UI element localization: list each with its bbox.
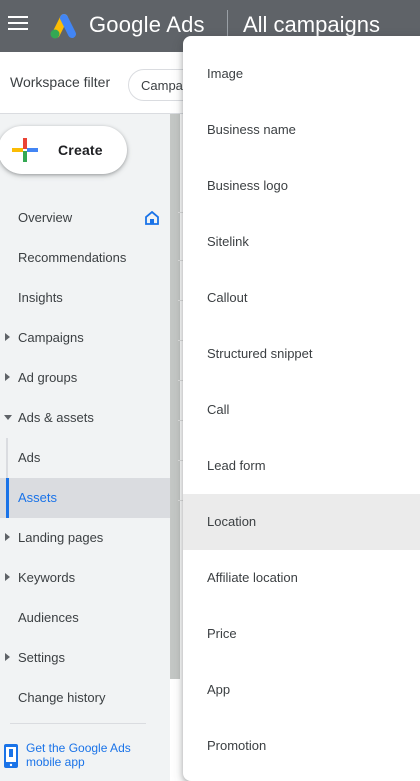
sidebar-item-label: Ads & assets xyxy=(18,410,94,425)
expand-caret-icon xyxy=(5,373,10,381)
collapse-caret-icon xyxy=(4,415,12,420)
sidebar-item-ads[interactable]: Ads xyxy=(0,438,170,478)
sidebar-item-ad-groups[interactable]: Ad groups xyxy=(0,358,170,398)
google-ads-logo xyxy=(50,14,76,39)
menu-item-image[interactable]: Image xyxy=(183,46,420,102)
mobile-phone-icon xyxy=(4,744,18,768)
sidebar-item-ads-and-assets[interactable]: Ads & assets xyxy=(0,398,170,438)
menu-item-price[interactable]: Price xyxy=(183,606,420,662)
menu-item-label: Callout xyxy=(207,290,248,305)
sidebar-item-change-history[interactable]: Change history xyxy=(0,678,170,718)
sidebar-item-landing-pages[interactable]: Landing pages xyxy=(0,518,170,558)
sidebar-item-keywords[interactable]: Keywords xyxy=(0,558,170,598)
menu-item-structured-snippet[interactable]: Structured snippet xyxy=(183,326,420,382)
menu-item-location[interactable]: Location xyxy=(183,494,420,550)
menu-item-app[interactable]: App xyxy=(183,662,420,718)
menu-item-call[interactable]: Call xyxy=(183,382,420,438)
create-button[interactable]: Create xyxy=(0,126,127,174)
menu-item-label: Affiliate location xyxy=(207,570,298,585)
expand-caret-icon xyxy=(5,333,10,341)
menu-item-callout[interactable]: Callout xyxy=(183,270,420,326)
sidebar-item-assets[interactable]: Assets xyxy=(0,478,170,518)
active-indicator xyxy=(6,478,9,518)
sidebar-item-label: Recommendations xyxy=(18,250,127,265)
menu-item-label: Call xyxy=(207,402,230,417)
sidebar-item-overview[interactable]: Overview xyxy=(0,198,170,238)
menu-item-label: Image xyxy=(207,66,244,81)
menu-item-label: Business name xyxy=(207,122,296,137)
sidebar-item-label: Assets xyxy=(18,490,58,505)
sidebar-divider xyxy=(10,723,146,724)
menu-item-label: Structured snippet xyxy=(207,346,313,361)
menu-item-affiliate-location[interactable]: Affiliate location xyxy=(183,550,420,606)
menu-item-label: Location xyxy=(207,514,257,529)
sidebar-item-campaigns[interactable]: Campaigns xyxy=(0,318,170,358)
sidebar-item-settings[interactable]: Settings xyxy=(0,638,170,678)
asset-type-dropdown-menu: Image Business name Business logo Siteli… xyxy=(183,36,420,781)
sidebar-item-insights[interactable]: Insights xyxy=(0,278,170,318)
expand-caret-icon xyxy=(5,573,10,581)
menu-item-label: App xyxy=(207,682,231,697)
sidebar: Create Overview Recommendations Insights… xyxy=(0,114,170,781)
sidebar-item-recommendations[interactable]: Recommendations xyxy=(0,238,170,278)
menu-item-business-logo[interactable]: Business logo xyxy=(183,158,420,214)
menu-item-label: Promotion xyxy=(207,738,267,753)
sidebar-item-label: Ads xyxy=(18,450,41,465)
menu-item-business-name[interactable]: Business name xyxy=(183,102,420,158)
expand-caret-icon xyxy=(5,533,10,541)
sidebar-item-label: Settings xyxy=(18,650,65,665)
sidebar-item-label: Insights xyxy=(18,290,63,305)
home-icon xyxy=(145,211,159,225)
sidebar-item-label: Overview xyxy=(18,210,73,225)
sidebar-item-label: Landing pages xyxy=(18,530,104,545)
menu-item-label: Price xyxy=(207,626,237,641)
menu-item-label: Business logo xyxy=(207,178,288,193)
menu-item-label: Lead form xyxy=(207,458,266,473)
page-title: All campaigns xyxy=(243,12,380,37)
sidebar-item-audiences[interactable]: Audiences xyxy=(0,598,170,638)
sidebar-item-label: Change history xyxy=(18,690,106,705)
create-button-label: Create xyxy=(58,142,103,158)
workspace-filter-label: Workspace filter xyxy=(10,74,111,90)
menu-item-label: Sitelink xyxy=(207,234,249,249)
brand-name: Google Ads xyxy=(89,12,205,37)
sidebar-scrollbar[interactable] xyxy=(170,114,180,679)
sidebar-item-label: Ad groups xyxy=(18,370,78,385)
menu-item-sitelink[interactable]: Sitelink xyxy=(183,214,420,270)
menu-item-lead-form[interactable]: Lead form xyxy=(183,438,420,494)
expand-caret-icon xyxy=(5,653,10,661)
plus-icon xyxy=(12,138,38,162)
sidebar-item-label: Campaigns xyxy=(18,330,84,345)
hamburger-menu-icon[interactable] xyxy=(8,16,28,32)
mobile-app-link[interactable]: Get the Google Ads mobile app xyxy=(26,741,166,769)
sidebar-item-label: Keywords xyxy=(18,570,76,585)
sidebar-item-label: Audiences xyxy=(18,610,79,625)
menu-item-promotion[interactable]: Promotion xyxy=(183,718,420,774)
